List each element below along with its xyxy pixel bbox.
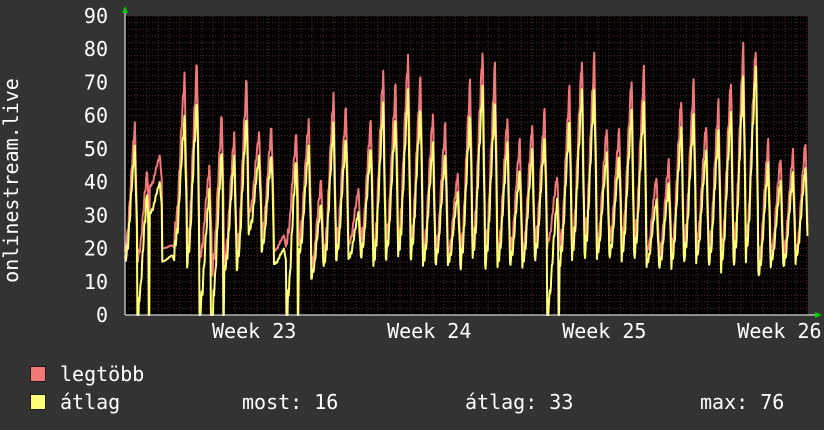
x-tick-label: Week 23 bbox=[212, 319, 296, 343]
y-tick-label: 20 bbox=[84, 237, 108, 261]
y-tick-label: 80 bbox=[84, 37, 108, 61]
chart-container: 0 10 20 30 40 50 60 70 80 90 onlinestream.live Week… bbox=[0, 0, 824, 430]
x-tick-label: Week 26 bbox=[737, 319, 821, 343]
chart-svg: 0 10 20 30 40 50 60 70 80 90 onlinestream.live Week… bbox=[0, 4, 822, 343]
y-tick-label: 90 bbox=[84, 4, 108, 28]
y-axis-arrow-icon bbox=[122, 6, 128, 13]
legend-item-atlag: átlag bbox=[30, 390, 121, 414]
stat-now: most: 16 bbox=[242, 390, 339, 414]
stat-max: max: 76 bbox=[700, 390, 785, 414]
y-tick-label: 60 bbox=[84, 104, 108, 128]
y-tick-label: 70 bbox=[84, 70, 108, 94]
y-tick-label: 50 bbox=[84, 137, 108, 161]
legend-swatch-legtobb bbox=[30, 366, 46, 382]
x-axis-arrow-icon bbox=[815, 312, 822, 318]
x-tick-label: Week 25 bbox=[562, 319, 646, 343]
legend-swatch-atlag bbox=[30, 394, 46, 410]
y-tick-label: 40 bbox=[84, 170, 108, 194]
y-tick-label: 0 bbox=[96, 303, 108, 327]
x-tick-label: Week 24 bbox=[387, 319, 471, 343]
legend-item-legtobb: legtöbb bbox=[30, 362, 145, 386]
y-axis-title: onlinestream.live bbox=[0, 78, 23, 283]
legend-label-legtobb: legtöbb bbox=[60, 362, 145, 386]
y-tick-label: 30 bbox=[84, 203, 108, 227]
legend-label-atlag: átlag bbox=[60, 390, 121, 414]
y-tick-label: 10 bbox=[84, 270, 108, 294]
stat-avg: átlag: 33 bbox=[465, 390, 574, 414]
